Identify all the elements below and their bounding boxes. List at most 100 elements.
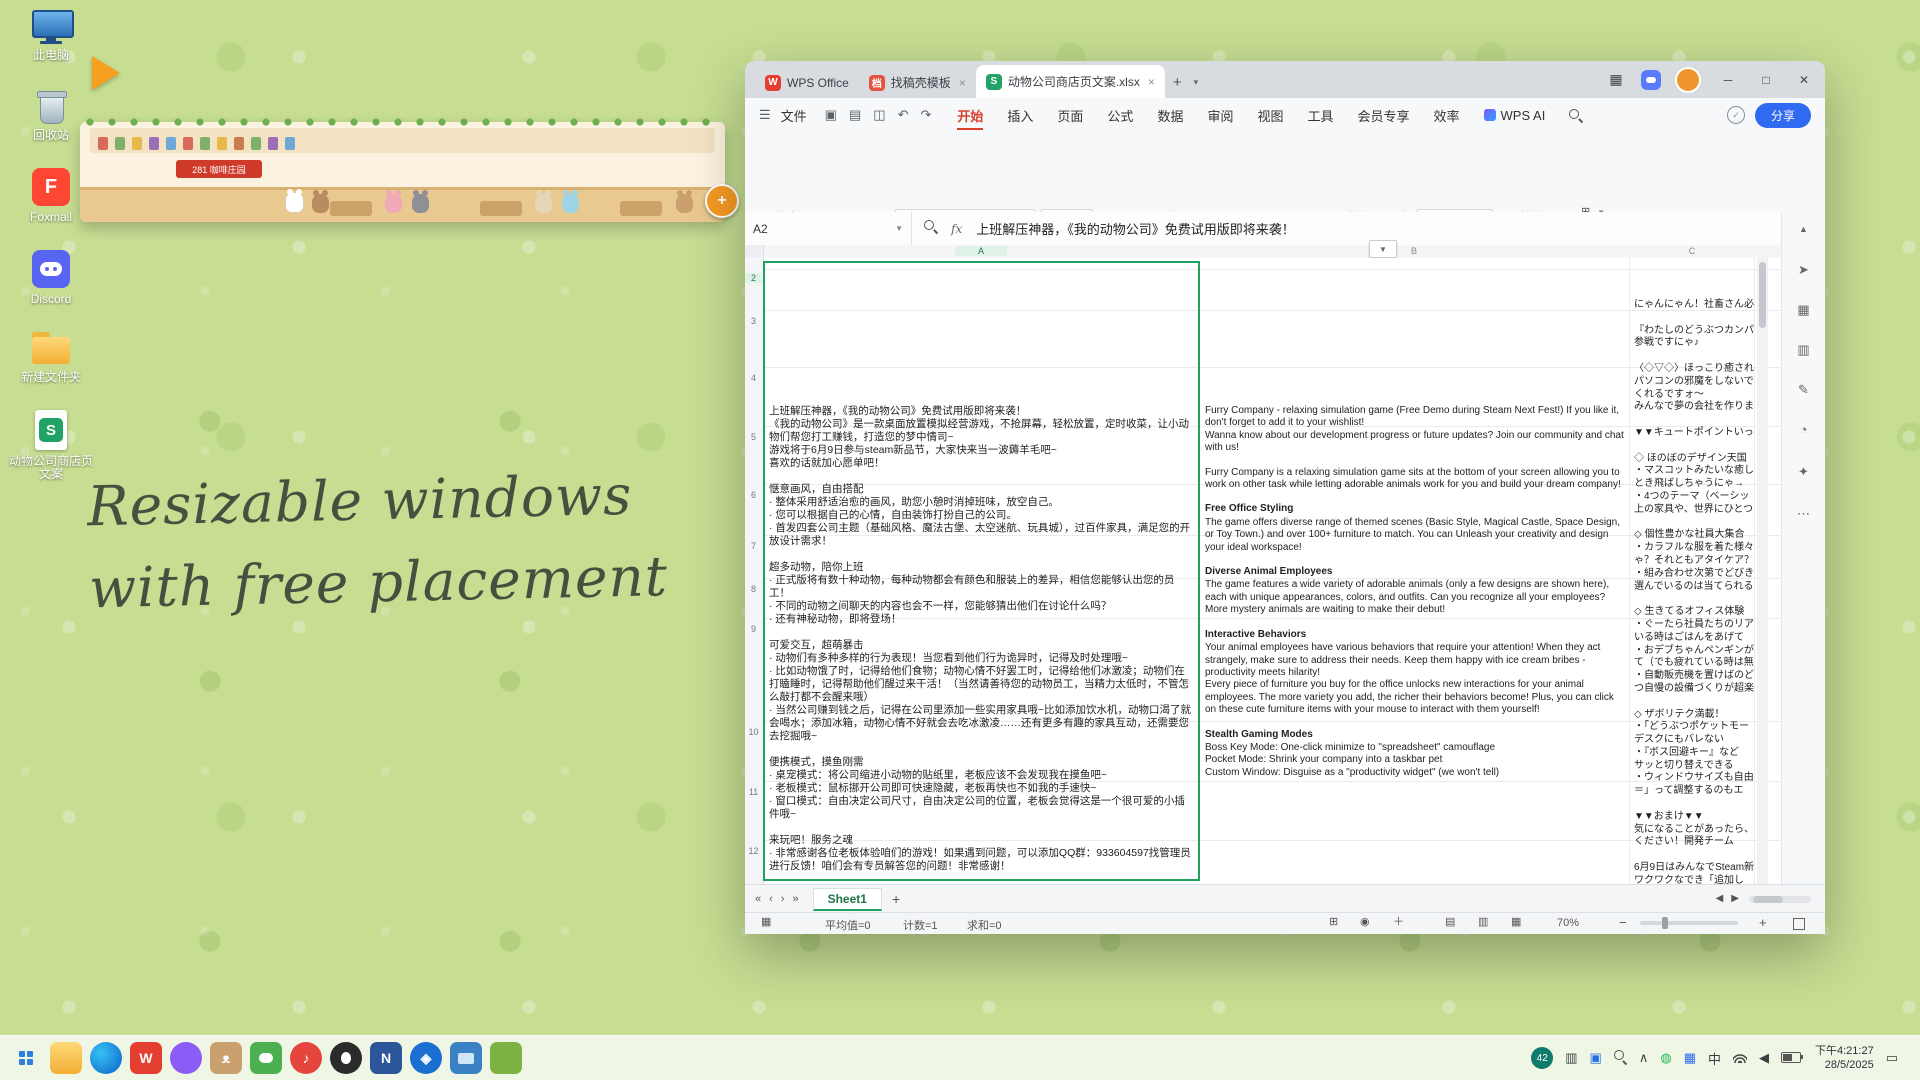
name-box[interactable]: A2 ▼ — [745, 212, 912, 245]
misc-app-icon[interactable] — [490, 1042, 522, 1074]
prev-sheet-icon[interactable]: ‹ — [769, 894, 773, 905]
row-header[interactable]: 2 — [745, 273, 762, 283]
game-window-banner[interactable]: 281 咖啡庄园 + — [80, 122, 725, 222]
wps-office-icon[interactable]: W — [130, 1042, 162, 1074]
row-header[interactable]: 3 — [745, 316, 762, 326]
sheet-tab-sheet1[interactable]: Sheet1 — [813, 888, 882, 911]
print-preview-icon[interactable]: ◫ — [867, 107, 891, 123]
edge-browser-icon[interactable] — [90, 1042, 122, 1074]
tab-animal-company-xlsx[interactable]: S 动物公司商店页文案.xlsx × — [976, 65, 1165, 98]
search-icon[interactable] — [924, 220, 937, 238]
cloud-sync-icon[interactable]: ✓ — [1727, 106, 1745, 124]
pin-app-icon[interactable] — [170, 1042, 202, 1074]
menu-page[interactable]: 页面 — [1045, 98, 1095, 132]
scroll-right-icon[interactable]: ▶ — [1731, 894, 1739, 904]
row-header[interactable]: 9 — [745, 624, 762, 634]
row-header[interactable]: 7 — [745, 541, 762, 551]
desktop-icon-wps-file[interactable]: S 动物公司商店页文案 — [6, 410, 96, 481]
next-sheet-icon[interactable]: › — [781, 894, 785, 905]
minimize-button[interactable]: ─ — [1709, 65, 1747, 95]
wechat-icon[interactable] — [250, 1042, 282, 1074]
desktop-icon-this-pc[interactable]: 此电脑 — [6, 8, 96, 62]
menu-file[interactable]: 文件 — [777, 98, 819, 132]
row-header[interactable]: 4 — [745, 373, 762, 383]
tray-search-icon[interactable] — [1614, 1050, 1627, 1066]
row-header[interactable]: 5 — [745, 432, 762, 442]
zoom-out-button[interactable]: − — [1619, 916, 1627, 929]
help-panel-icon[interactable]: ✦ — [1782, 464, 1825, 480]
chart-panel-icon[interactable]: ▥ — [1782, 342, 1825, 358]
close-tab-icon[interactable]: × — [1148, 75, 1155, 89]
cell-b-text[interactable]: Furry Company - relaxing simulation game… — [1205, 405, 1625, 791]
autofilter-dropdown-icon[interactable]: ▼ — [1369, 240, 1397, 258]
scrollbar-thumb[interactable] — [1753, 896, 1783, 903]
start-button[interactable] — [10, 1042, 42, 1074]
cell-c-text[interactable]: にゃんにゃん！社畜さん必 『わたしのどうぶつカンパ 参戦ですにゃ♪ 〈◇▽◇〉ほ… — [1634, 299, 1756, 884]
desktop-icon-discord[interactable]: Discord — [6, 250, 96, 306]
menubar-search-icon[interactable] — [1557, 98, 1594, 132]
desktop-icon-new-folder[interactable]: 新建文件夹 — [6, 332, 96, 384]
last-sheet-icon[interactable]: » — [792, 894, 798, 905]
compass-browser-icon[interactable]: ◈ — [410, 1042, 442, 1074]
zoom-level[interactable]: 70% — [1557, 917, 1579, 929]
play-button[interactable] — [92, 56, 120, 90]
menu-formula[interactable]: 公式 — [1095, 98, 1145, 132]
menu-home[interactable]: 开始 — [945, 98, 995, 132]
normal-view-icon[interactable]: ▤ — [1445, 917, 1455, 928]
reading-mode-icon[interactable]: ◉ — [1360, 917, 1370, 928]
pointer-tool-icon[interactable]: ➤ — [1782, 262, 1825, 278]
new-tab-button[interactable]: + — [1165, 67, 1190, 98]
undo-icon[interactable]: ↶ — [892, 107, 915, 123]
more-panels-icon[interactable]: ⋯ — [1782, 506, 1825, 522]
print-icon[interactable]: ▤ — [843, 107, 867, 123]
volume-icon[interactable]: ◀ — [1759, 1050, 1769, 1066]
row-header[interactable]: 10 — [745, 727, 762, 737]
notes-app-icon[interactable]: N — [370, 1042, 402, 1074]
drag-handle-icon[interactable]: + — [705, 184, 739, 218]
layout-switch-icon[interactable]: ▦ — [1597, 65, 1635, 95]
qq-icon[interactable] — [330, 1042, 362, 1074]
tray-app-icon[interactable]: ◍ — [1660, 1050, 1671, 1066]
close-button[interactable]: ✕ — [1785, 65, 1823, 95]
column-header-a[interactable]: A — [955, 246, 1007, 256]
music-app-icon[interactable]: ♪ — [290, 1042, 322, 1074]
horizontal-scrollbar[interactable] — [1749, 896, 1811, 903]
page-layout-view-icon[interactable]: ▥ — [1478, 917, 1488, 928]
tray-cloud-icon[interactable]: ▦ — [1684, 1050, 1696, 1066]
hidden-icons-chevron[interactable]: ∧ — [1639, 1050, 1649, 1066]
scroll-left-icon[interactable]: ◀ — [1716, 894, 1724, 904]
menu-review[interactable]: 审阅 — [1195, 98, 1245, 132]
save-icon[interactable]: ▣ — [819, 107, 843, 123]
menu-tools[interactable]: 工具 — [1295, 98, 1345, 132]
locate-icon[interactable]: ＋ — [1393, 917, 1404, 928]
row-header[interactable]: 11 — [745, 787, 762, 797]
menu-wps-ai[interactable]: WPS AI — [1472, 98, 1558, 132]
column-header-c[interactable]: C — [1667, 246, 1717, 256]
maximize-button[interactable]: □ — [1747, 65, 1785, 95]
hamburger-menu-icon[interactable]: ☰ — [745, 107, 777, 123]
close-tab-icon[interactable]: × — [959, 76, 966, 90]
wifi-icon[interactable] — [1733, 1051, 1747, 1066]
vertical-scrollbar[interactable] — [1757, 258, 1768, 884]
spreadsheet-grid[interactable]: 2 3 4 5 6 7 8 9 10 11 12 上班解压神器，《我的动物公司》… — [745, 258, 1782, 884]
select-all-corner[interactable] — [745, 245, 764, 257]
battery-badge[interactable]: 42 — [1531, 1047, 1553, 1069]
remote-desktop-icon[interactable] — [450, 1042, 482, 1074]
share-button[interactable]: 分享 — [1755, 103, 1811, 128]
tab-template-doc[interactable]: 档 找稿壳模板 × — [859, 67, 976, 98]
user-avatar[interactable] — [1675, 67, 1701, 93]
menu-insert[interactable]: 插入 — [995, 98, 1045, 132]
zoom-slider-thumb[interactable] — [1662, 917, 1668, 929]
battery-icon[interactable] — [1781, 1051, 1801, 1066]
formula-input[interactable]: 上班解压神器，《我的动物公司》免费试用版即将来袭！ — [976, 219, 1295, 238]
first-sheet-icon[interactable]: « — [755, 894, 761, 905]
menu-efficiency[interactable]: 效率 — [1422, 98, 1472, 132]
add-sheet-button[interactable]: + — [892, 892, 900, 906]
widgets-tray-icon[interactable]: ▥ — [1565, 1050, 1577, 1066]
menu-view[interactable]: 视图 — [1245, 98, 1295, 132]
input-method-indicator[interactable]: 中 — [1708, 1049, 1721, 1068]
row-header[interactable]: 8 — [745, 584, 762, 594]
collapse-ribbon-icon[interactable]: ▲ — [1782, 224, 1825, 234]
notification-center-icon[interactable]: ▭ — [1886, 1050, 1898, 1066]
file-explorer-icon[interactable] — [50, 1042, 82, 1074]
